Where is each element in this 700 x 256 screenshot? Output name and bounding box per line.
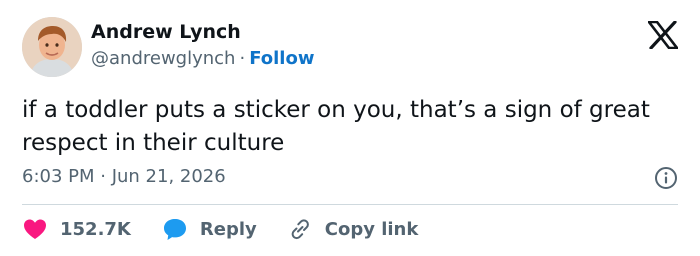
action-bar: 152.7K Reply Copy link: [22, 213, 418, 245]
copy-link-label: Copy link: [324, 218, 419, 240]
author-handle[interactable]: @andrewglynch: [91, 48, 235, 69]
like-count: 152.7K: [60, 218, 131, 240]
avatar[interactable]: [22, 17, 82, 77]
heart-icon: [24, 219, 46, 239]
avatar-image: [22, 17, 82, 77]
tweet-card: Andrew Lynch @andrewglynch · Follow if a t…: [0, 0, 700, 256]
follow-button[interactable]: Follow: [249, 48, 314, 69]
info-icon[interactable]: [654, 166, 678, 190]
reply-bubble-icon: [163, 219, 186, 240]
tweet-text: if a toddler puts a sticker on you, that…: [22, 97, 650, 156]
reply-button[interactable]: Reply: [162, 217, 257, 241]
divider: [22, 204, 678, 205]
author-handle-row: @andrewglynch · Follow: [91, 48, 314, 69]
author-name[interactable]: Andrew Lynch: [91, 21, 241, 43]
separator-dot: ·: [239, 48, 246, 69]
reply-label: Reply: [199, 218, 257, 240]
link-icon: [291, 219, 309, 240]
x-logo-icon[interactable]: [647, 20, 679, 50]
like-button[interactable]: 152.7K: [22, 217, 131, 241]
copy-link-button[interactable]: Copy link: [287, 217, 419, 241]
tweet-timestamp[interactable]: 6:03 PM · Jun 21, 2026: [22, 166, 226, 187]
